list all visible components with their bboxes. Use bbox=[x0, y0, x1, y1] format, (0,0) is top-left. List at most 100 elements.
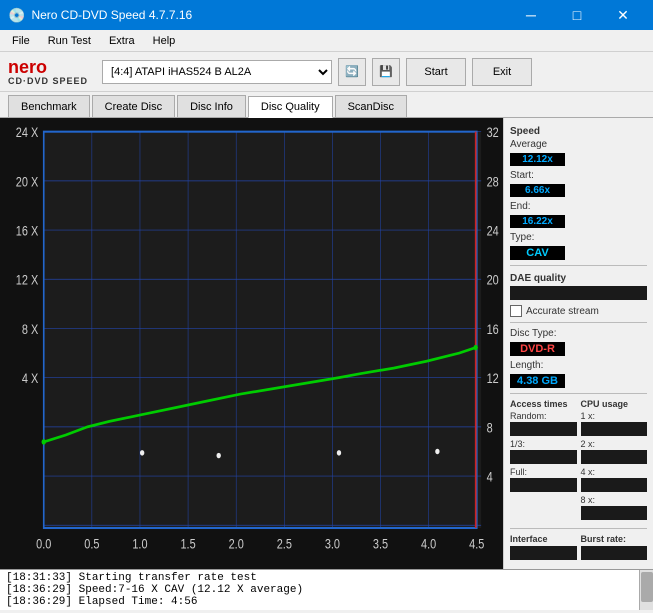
one-third-label: 1/3: bbox=[510, 439, 577, 449]
svg-text:4: 4 bbox=[487, 469, 493, 484]
svg-text:2.5: 2.5 bbox=[277, 536, 292, 551]
toolbar: nero CD·DVD SPEED [4:4] ATAPI iHAS524 B … bbox=[0, 52, 653, 92]
avg-value: 12.12x bbox=[510, 153, 565, 166]
save-button[interactable]: 💾 bbox=[372, 58, 400, 86]
type-label: Type: bbox=[510, 232, 534, 243]
x8-value bbox=[581, 506, 648, 520]
end-label: End: bbox=[510, 201, 531, 212]
log-line-2: [18:36:29] Speed:7-16 X CAV (12.12 X ave… bbox=[6, 584, 647, 596]
random-value bbox=[510, 422, 577, 436]
menu-help[interactable]: Help bbox=[145, 33, 184, 49]
disc-length-value-box: 4.38 GB bbox=[510, 374, 647, 388]
burst-rate-col: Burst rate: bbox=[581, 534, 648, 563]
svg-text:2.0: 2.0 bbox=[229, 536, 244, 551]
interface-cols: Interface Burst rate: bbox=[510, 534, 647, 563]
one-third-value bbox=[510, 450, 577, 464]
svg-text:24 X: 24 X bbox=[16, 125, 38, 140]
exit-button[interactable]: Exit bbox=[472, 58, 532, 86]
scrollbar[interactable] bbox=[639, 570, 653, 610]
accurate-stream-label: Accurate stream bbox=[526, 306, 599, 317]
main-content: 24 X 20 X 16 X 12 X 8 X 4 X 32 28 24 20 … bbox=[0, 118, 653, 536]
type-value-box: CAV bbox=[510, 246, 647, 260]
random-label: Random: bbox=[510, 411, 577, 421]
tab-create-disc[interactable]: Create Disc bbox=[92, 95, 175, 117]
divider2 bbox=[510, 322, 647, 323]
svg-text:32: 32 bbox=[487, 125, 499, 140]
x4-value bbox=[581, 478, 648, 492]
nero-brand: nero bbox=[8, 58, 47, 76]
drive-selector[interactable]: [4:4] ATAPI iHAS524 B AL2A bbox=[102, 60, 332, 84]
disc-type-value-box: DVD-R bbox=[510, 342, 647, 356]
nero-logo: nero CD·DVD SPEED bbox=[8, 58, 88, 86]
type-value: CAV bbox=[510, 246, 565, 260]
svg-text:24: 24 bbox=[487, 223, 499, 238]
x1-label: 1 x: bbox=[581, 411, 648, 421]
svg-text:3.0: 3.0 bbox=[325, 536, 340, 551]
svg-text:16 X: 16 X bbox=[16, 223, 38, 238]
title-bar-left: 💿 Nero CD-DVD Speed 4.7.7.16 bbox=[8, 7, 192, 24]
accurate-stream-checkbox[interactable] bbox=[510, 305, 522, 317]
disc-type-label: Disc Type: bbox=[510, 328, 557, 339]
disc-length-value: 4.38 GB bbox=[510, 374, 565, 388]
interface-col: Interface bbox=[510, 534, 577, 563]
minimize-button[interactable]: ─ bbox=[509, 0, 553, 30]
start-value-box: 6.66x bbox=[510, 184, 647, 197]
svg-text:1.0: 1.0 bbox=[132, 536, 147, 551]
tab-benchmark[interactable]: Benchmark bbox=[8, 95, 90, 117]
access-times-title: Access times bbox=[510, 399, 577, 409]
svg-text:4 X: 4 X bbox=[22, 371, 38, 386]
scroll-thumb[interactable] bbox=[641, 572, 653, 602]
chart-svg: 24 X 20 X 16 X 12 X 8 X 4 X 32 28 24 20 … bbox=[0, 118, 503, 569]
close-button[interactable]: ✕ bbox=[601, 0, 645, 30]
menu-run-test[interactable]: Run Test bbox=[40, 33, 99, 49]
svg-text:8 X: 8 X bbox=[22, 322, 38, 337]
accurate-stream-row: Accurate stream bbox=[510, 305, 647, 317]
avg-value-box: 12.12x bbox=[510, 153, 647, 166]
cpu-usage-title: CPU usage bbox=[581, 399, 648, 409]
tab-disc-quality[interactable]: Disc Quality bbox=[248, 96, 333, 118]
access-cpu-cols: Access times Random: 1/3: Full: CPU usag… bbox=[510, 399, 647, 523]
x2-label: 2 x: bbox=[581, 439, 648, 449]
tab-bar: Benchmark Create Disc Disc Info Disc Qua… bbox=[0, 92, 653, 118]
divider4 bbox=[510, 528, 647, 529]
svg-text:12: 12 bbox=[487, 371, 499, 386]
svg-text:8: 8 bbox=[487, 420, 493, 435]
tab-disc-info[interactable]: Disc Info bbox=[177, 95, 246, 117]
svg-text:0.0: 0.0 bbox=[36, 536, 51, 551]
dae-title: DAE quality bbox=[510, 273, 647, 284]
end-value: 16.22x bbox=[510, 215, 565, 228]
menu-extra[interactable]: Extra bbox=[101, 33, 143, 49]
divider1 bbox=[510, 265, 647, 266]
refresh-button[interactable]: 🔄 bbox=[338, 58, 366, 86]
x1-value bbox=[581, 422, 648, 436]
svg-text:20 X: 20 X bbox=[16, 174, 38, 189]
x2-value bbox=[581, 450, 648, 464]
dae-value-box bbox=[510, 286, 647, 300]
type-row: Type: bbox=[510, 232, 647, 243]
start-row: Start: bbox=[510, 170, 647, 181]
speed-title: Speed bbox=[510, 126, 647, 137]
start-value: 6.66x bbox=[510, 184, 565, 197]
start-button[interactable]: Start bbox=[406, 58, 466, 86]
tab-scan-disc[interactable]: ScanDisc bbox=[335, 95, 407, 117]
chart-area: 24 X 20 X 16 X 12 X 8 X 4 X 32 28 24 20 … bbox=[0, 118, 503, 569]
dvd-brand: CD·DVD SPEED bbox=[8, 76, 88, 86]
svg-text:12 X: 12 X bbox=[16, 273, 38, 288]
log-content[interactable]: [18:31:33] Starting transfer rate test [… bbox=[0, 570, 653, 610]
end-value-box: 16.22x bbox=[510, 215, 647, 228]
title-bar-controls: ─ □ ✕ bbox=[509, 0, 645, 30]
log-line-3: [18:36:29] Elapsed Time: 4:56 bbox=[6, 596, 647, 608]
x8-label: 8 x: bbox=[581, 495, 648, 505]
divider3 bbox=[510, 393, 647, 394]
maximize-button[interactable]: □ bbox=[555, 0, 599, 30]
disc-type-value: DVD-R bbox=[510, 342, 565, 356]
log-line-1: [18:31:33] Starting transfer rate test bbox=[6, 572, 647, 584]
app-icon: 💿 bbox=[8, 7, 25, 24]
menu-file[interactable]: File bbox=[4, 33, 38, 49]
interface-value bbox=[510, 546, 577, 560]
speed-avg-row: Average bbox=[510, 139, 647, 150]
disc-length-row: Length: bbox=[510, 360, 647, 371]
menu-bar: File Run Test Extra Help bbox=[0, 30, 653, 52]
full-value bbox=[510, 478, 577, 492]
avg-label: Average bbox=[510, 139, 547, 150]
